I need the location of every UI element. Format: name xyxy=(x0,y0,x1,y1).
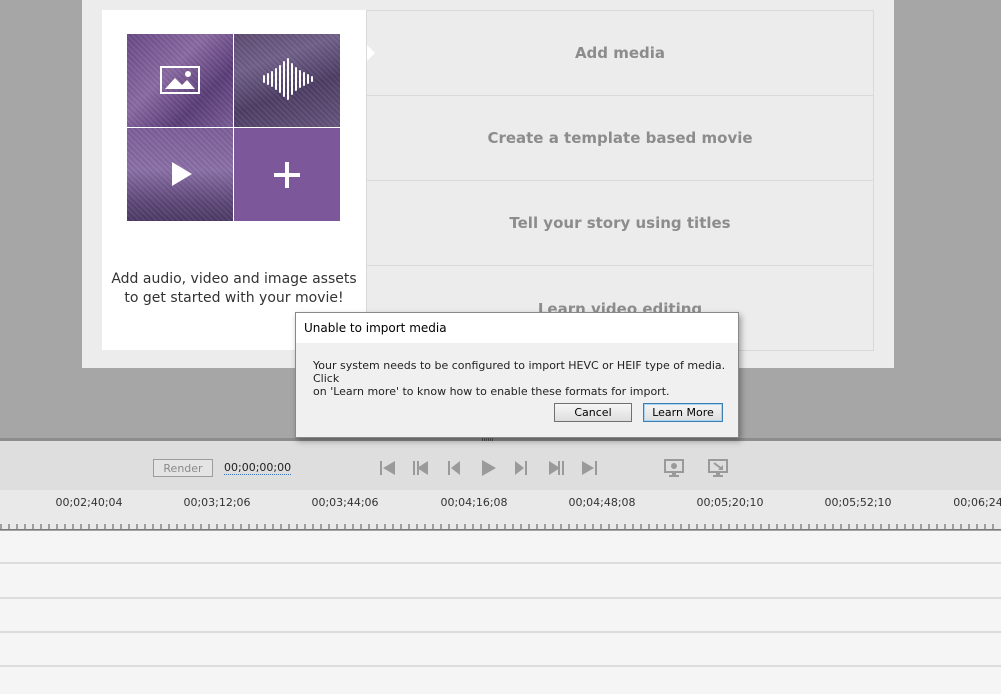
media-type-grid xyxy=(127,34,340,222)
video-tile[interactable] xyxy=(127,128,233,221)
next-clip-icon[interactable] xyxy=(545,458,567,478)
quick-start-options: Add media Create a template based movie … xyxy=(366,10,874,351)
play-icon[interactable] xyxy=(477,458,499,478)
timeline-tracks[interactable] xyxy=(0,531,1001,694)
ruler-label: 00;05;20;10 xyxy=(696,496,764,509)
cancel-button[interactable]: Cancel xyxy=(554,403,632,422)
option-label: Tell your story using titles xyxy=(509,214,731,232)
option-titles-story[interactable]: Tell your story using titles xyxy=(367,181,873,266)
option-label: Add media xyxy=(574,44,666,62)
audio-tile[interactable] xyxy=(234,34,340,127)
image-icon xyxy=(160,66,200,94)
dialog-message-line: on 'Learn more' to know how to enable th… xyxy=(313,385,670,398)
timecode-display[interactable]: 00;00;00;00 xyxy=(224,461,292,475)
dialog-title: Unable to import media xyxy=(296,313,738,343)
ruler-label: 00;04;16;08 xyxy=(440,496,508,509)
render-button[interactable]: Render xyxy=(153,459,213,477)
track-divider xyxy=(0,665,1001,667)
ruler-label: 00;04;48;08 xyxy=(568,496,636,509)
track-divider xyxy=(0,631,1001,633)
dialog-message-line: Your system needs to be configured to im… xyxy=(313,359,726,385)
option-add-media[interactable]: Add media xyxy=(367,11,873,96)
step-forward-icon[interactable] xyxy=(510,458,532,478)
audio-waveform-icon xyxy=(263,58,313,100)
go-to-end-icon[interactable] xyxy=(578,458,600,478)
timeline-ruler[interactable]: 00;02;40;04 00;03;12;06 00;03;44;06 00;0… xyxy=(0,490,1001,530)
ruler-label: 00;03;44;06 xyxy=(311,496,379,509)
ruler-ticks xyxy=(0,524,994,529)
step-back-icon[interactable] xyxy=(443,458,465,478)
option-template-movie[interactable]: Create a template based movie xyxy=(367,96,873,181)
plus-icon xyxy=(274,162,300,188)
option-label: Create a template based movie xyxy=(487,129,753,147)
dialog-message: Your system needs to be configured to im… xyxy=(313,359,729,398)
welcome-description: Add audio, video and image assets to get… xyxy=(102,270,366,308)
import-error-dialog: Unable to import media Your system needs… xyxy=(295,312,739,438)
image-tile[interactable] xyxy=(127,34,233,127)
ruler-label: 00;02;40;04 xyxy=(55,496,123,509)
ruler-label: 00;06;24 xyxy=(953,496,1001,509)
go-to-start-icon[interactable] xyxy=(377,458,399,478)
ruler-label: 00;05;52;10 xyxy=(824,496,892,509)
track-divider xyxy=(0,562,1001,564)
learn-more-button[interactable]: Learn More xyxy=(643,403,723,422)
add-media-tile[interactable] xyxy=(234,128,340,221)
description-line: to get started with your movie! xyxy=(124,290,344,306)
fit-timeline-icon[interactable] xyxy=(707,458,729,478)
ruler-label: 00;03;12;06 xyxy=(183,496,251,509)
description-line: Add audio, video and image assets xyxy=(111,271,357,287)
track-divider xyxy=(0,597,1001,599)
timeline-toolbar: Render 00;00;00;00 xyxy=(0,441,1001,490)
previous-clip-icon[interactable] xyxy=(410,458,432,478)
play-icon xyxy=(172,162,192,186)
render-settings-icon[interactable] xyxy=(663,458,685,478)
